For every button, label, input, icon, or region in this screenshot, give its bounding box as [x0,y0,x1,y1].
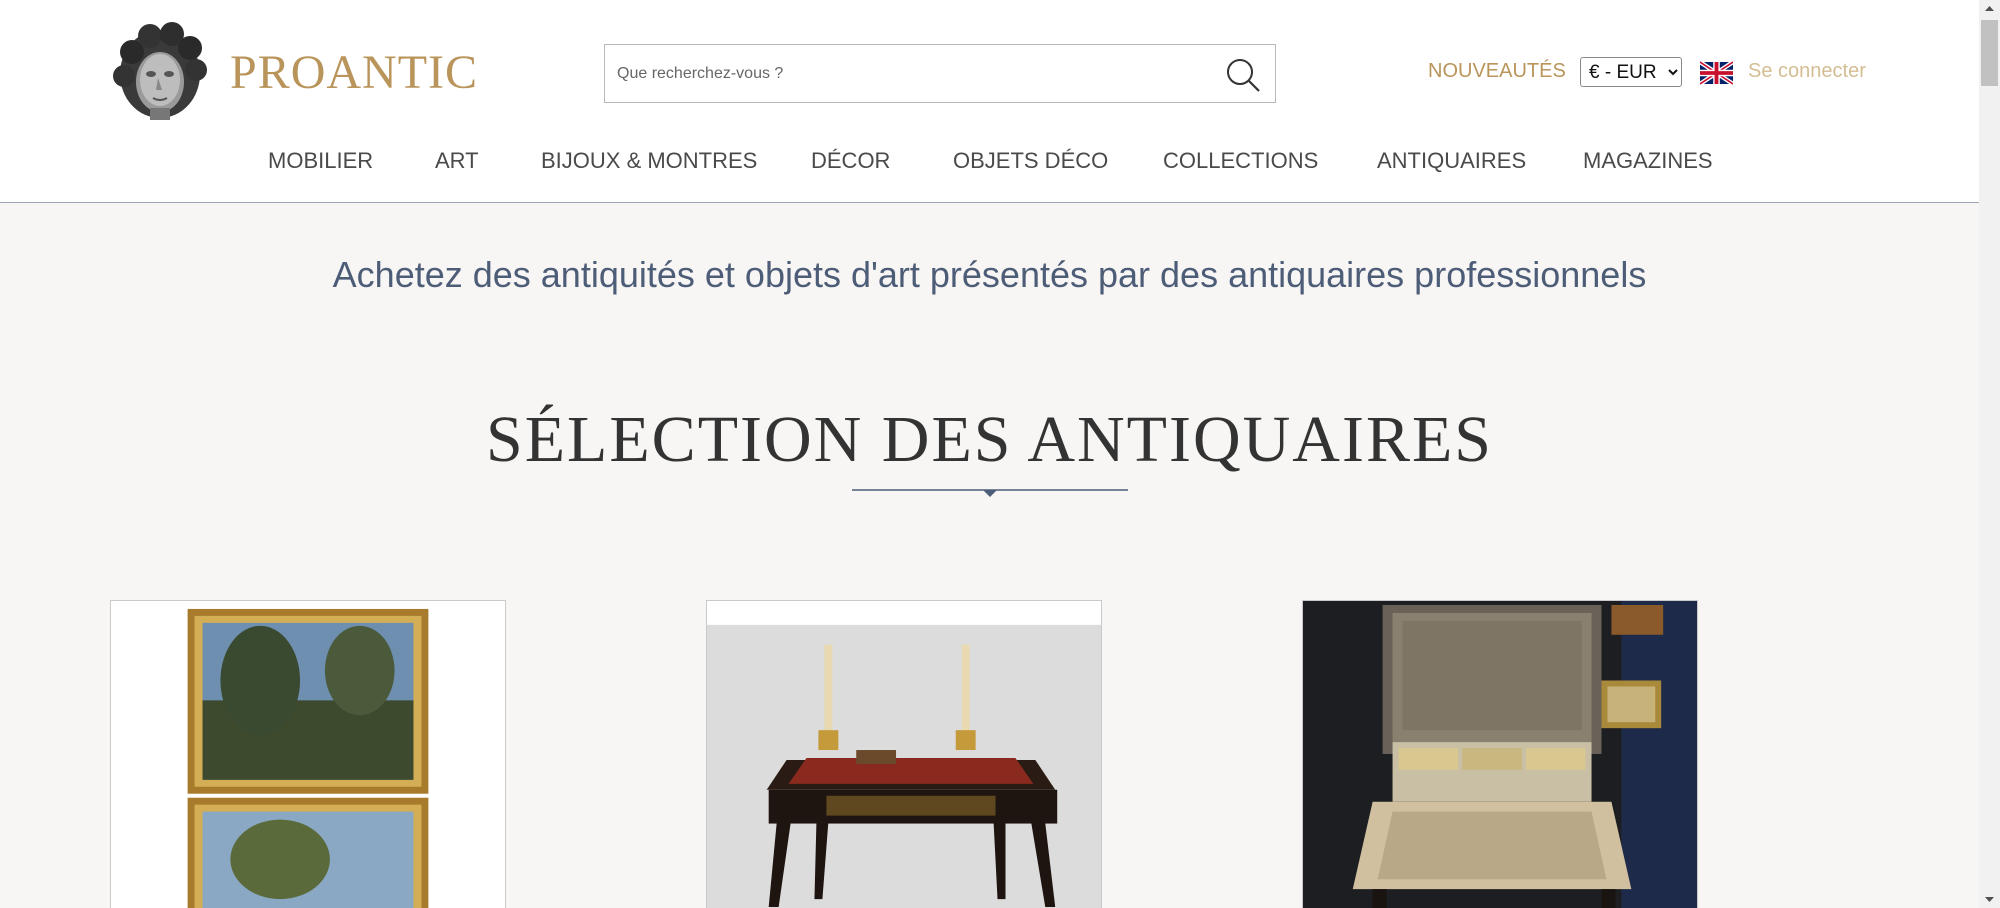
painting-pair-image [111,601,505,908]
nav-item-magazines[interactable]: MAGAZINES [1583,148,1713,174]
scroll-down-arrow-icon[interactable] [1979,891,2000,908]
logo-link[interactable]: PROANTIC [110,22,478,122]
login-link[interactable]: Se connecter [1748,60,1866,83]
nav-item-bijoux-montres[interactable]: BIJOUX & MONTRES [541,148,757,174]
nav-item-antiquaires[interactable]: ANTIQUAIRES [1377,148,1526,174]
scroll-up-arrow-icon[interactable] [1979,0,2000,17]
nav-item-collections[interactable]: COLLECTIONS [1163,148,1318,174]
currency-select[interactable]: € - EUR [1580,57,1682,87]
site-header: PROANTIC NOUVEAUTÉS € - EUR Se connecter… [0,0,1979,203]
product-card[interactable] [706,600,1102,908]
product-card[interactable] [1302,600,1698,908]
search-icon[interactable] [1225,57,1261,93]
section-title: SÉLECTION DES ANTIQUAIRES [486,403,1493,476]
vertical-scrollbar[interactable] [1979,0,2000,908]
search-input[interactable] [605,45,1205,102]
search-box [604,44,1276,103]
nav-item-decor[interactable]: DÉCOR [811,148,890,174]
title-divider [852,489,1128,497]
nav-item-objets-deco[interactable]: OBJETS DÉCO [953,148,1108,174]
desk-image [707,601,1101,908]
product-card[interactable] [110,600,506,908]
nouveautes-link[interactable]: NOUVEAUTÉS [1428,60,1566,83]
logo-text: PROANTIC [230,45,479,99]
nav-item-art[interactable]: ART [435,148,479,174]
page-tagline: Achetez des antiquités et objets d'art p… [332,254,1647,295]
uk-flag-icon[interactable] [1700,61,1733,85]
sculpted-head-logo-icon [113,22,207,120]
cabinet-image [1303,601,1697,908]
nav-item-mobilier[interactable]: MOBILIER [268,148,373,174]
main-nav: MOBILIER ART BIJOUX & MONTRES DÉCOR OBJE… [0,148,1979,184]
scrollbar-thumb[interactable] [1981,20,1998,86]
